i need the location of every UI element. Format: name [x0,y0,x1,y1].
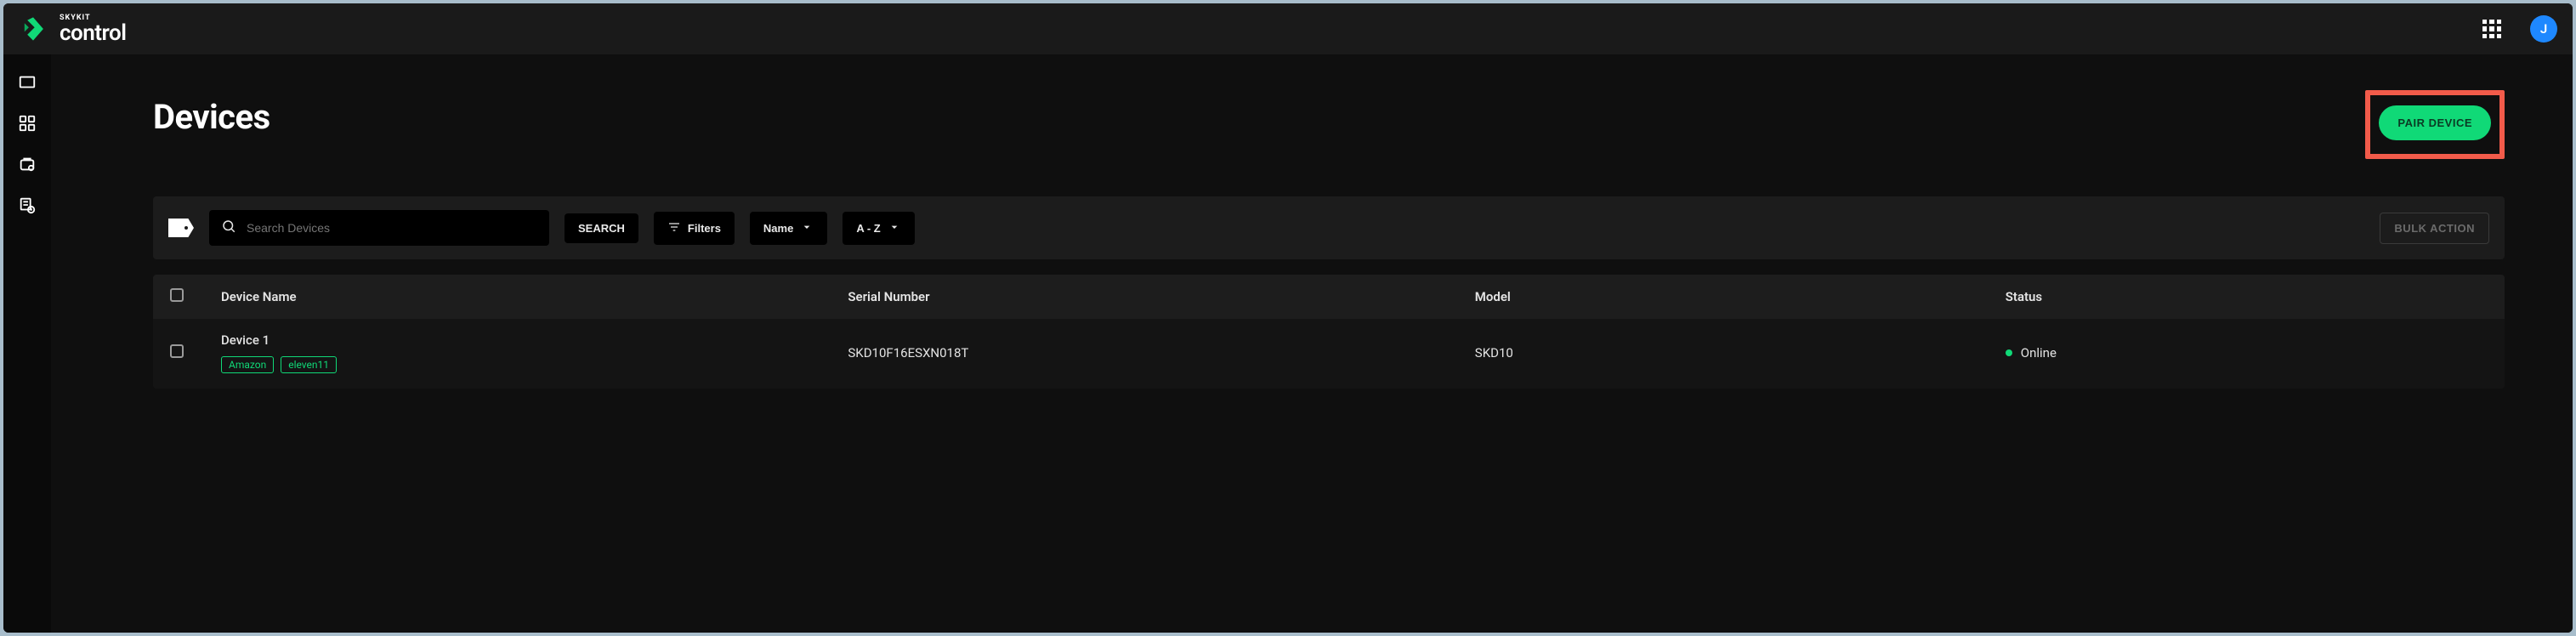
sort-dir-label: A - Z [856,222,880,235]
status-label: Online [2021,345,2057,361]
apps-menu-icon[interactable] [2482,20,2501,38]
sidebar-item-apps[interactable] [18,114,37,133]
search-icon [221,219,236,237]
filter-icon [667,220,681,236]
brand-logo-icon [19,14,48,43]
sidebar [3,54,51,633]
brand-text: SKYKIT control [60,14,127,44]
chevron-down-icon [888,220,901,236]
device-status: Online [2006,345,2488,361]
table-row[interactable]: Device 1 Amazon eleven11 SKD10F16ESXN018… [153,319,2505,389]
col-header-serial[interactable]: Serial Number [848,289,1474,304]
filters-button[interactable]: Filters [654,212,735,245]
row-checkbox[interactable] [170,344,184,358]
col-header-model[interactable]: Model [1475,289,2006,304]
devices-table: Device Name Serial Number Model Status D… [153,275,2505,389]
select-all-checkbox[interactable] [170,288,184,302]
device-name: Device 1 [221,332,848,348]
bulk-action-button[interactable]: BULK ACTION [2380,213,2489,244]
col-header-name[interactable]: Device Name [221,289,848,304]
search-input-wrap[interactable] [209,210,549,246]
pair-device-highlight: PAIR DEVICE [2365,90,2505,159]
status-dot-icon [2006,349,2012,356]
device-tag[interactable]: eleven11 [281,356,337,373]
top-bar: SKYKIT control J [3,3,2573,54]
devices-toolbar: SEARCH Filters Name A - Z [153,196,2505,259]
tag-filter-icon[interactable] [168,219,194,237]
search-button[interactable]: SEARCH [565,213,638,243]
device-tags: Amazon eleven11 [221,356,848,373]
page-title: Devices [153,97,270,137]
brand-main-label: control [60,22,127,44]
user-avatar[interactable]: J [2530,15,2557,43]
chevron-down-icon [800,220,814,236]
filters-label: Filters [688,222,721,235]
device-model: SKD10 [1475,345,2006,361]
sidebar-item-policies[interactable] [18,155,37,173]
table-header: Device Name Serial Number Model Status [153,275,2505,319]
search-input[interactable] [247,221,537,235]
sort-field-dropdown[interactable]: Name [750,212,827,245]
sort-field-label: Name [763,222,793,235]
device-tag[interactable]: Amazon [221,356,274,373]
col-header-status[interactable]: Status [2006,289,2488,304]
main-content: Devices PAIR DEVICE SEARCH [51,54,2573,633]
device-serial: SKD10F16ESXN018T [848,345,1474,361]
user-initial: J [2540,21,2547,37]
sort-direction-dropdown[interactable]: A - Z [843,212,914,245]
sidebar-item-reports[interactable] [18,196,37,214]
pair-device-button[interactable]: PAIR DEVICE [2379,105,2491,140]
sidebar-item-displays[interactable] [18,73,37,92]
app-frame: SKYKIT control J [3,3,2573,633]
